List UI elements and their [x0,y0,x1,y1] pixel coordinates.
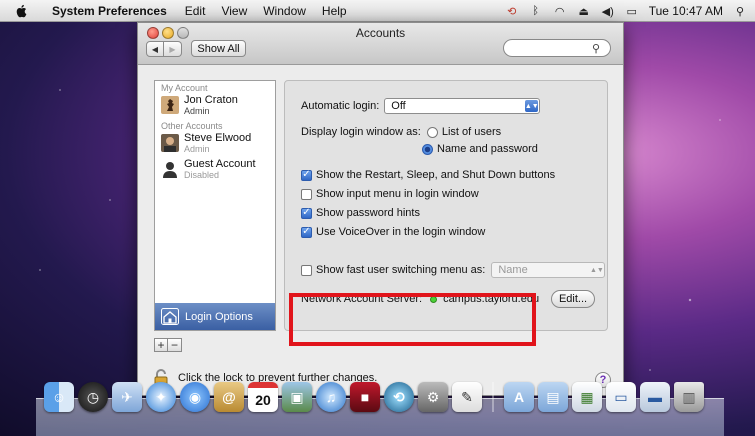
document-stack-icon[interactable]: ▭ [606,382,636,412]
menu-help[interactable]: Help [322,4,347,18]
fast-switch-popup[interactable]: Name ▲▼ [491,262,606,278]
menu-bar: System Preferences Edit View Window Help… [0,0,755,22]
account-role: Admin [184,144,210,154]
accounts-list: My Account Jon Craton Admin Other Accoun… [154,80,276,331]
account-role: Disabled [184,170,220,180]
account-name: Guest Account [184,158,256,170]
dock-separator [492,382,494,412]
radio-list-of-users-label[interactable]: List of users [442,126,501,138]
account-role: Admin [184,106,210,116]
menu-clock[interactable]: Tue 10:47 AM [649,4,723,18]
back-arrow-icon[interactable]: ◀ [146,41,164,57]
applications-folder-icon[interactable]: A [504,382,534,412]
preview-icon[interactable]: ✎ [452,382,482,412]
user-photo-avatar-icon [161,134,179,152]
account-name: Jon Craton [184,94,238,106]
automatic-login-label: Automatic login: [301,100,380,112]
automatic-login-row: Automatic login: Off ▲▼ [301,98,541,114]
system-preferences-icon[interactable]: ⚙ [418,382,448,412]
window-stack-icon[interactable]: ▬ [640,382,670,412]
remove-account-button[interactable]: − [168,338,182,352]
time-machine-icon[interactable]: ⟲ [384,382,414,412]
menu-edit[interactable]: Edit [185,4,206,18]
popup-arrows-icon: ▲▼ [589,266,604,274]
battery-icon[interactable]: ▭ [625,4,639,18]
bluetooth-icon[interactable]: ᛒ [529,4,543,18]
checkbox-fast-user-switching[interactable] [301,264,312,276]
itunes-icon[interactable]: ♫ [316,382,346,412]
menu-view[interactable]: View [221,4,247,18]
add-remove-controls: + − [154,338,182,352]
dock: ☺ ◷ ✈ ✦ ◉ @ 20 ▣ ♫ ■ ⟲ ⚙ ✎ A ▤ ▦ ▭ ▬ ▥ [44,382,704,412]
automatic-login-popup[interactable]: Off ▲▼ [384,98,541,114]
time-machine-icon[interactable]: ⟲ [505,4,519,18]
wifi-icon[interactable]: ◠ [553,4,567,18]
checkbox-label: Show the Restart, Sleep, and Shut Down b… [316,169,556,181]
checkbox-restart-buttons[interactable] [301,169,312,181]
account-row-steve-elwood[interactable]: Steve Elwood Admin [155,131,275,157]
dashboard-icon[interactable]: ◷ [78,382,108,412]
ical-icon[interactable]: 20 [248,382,278,412]
account-row-guest[interactable]: Guest Account Disabled [155,157,275,183]
volume-icon[interactable]: ◀) [601,4,615,18]
eject-icon[interactable]: ⏏ [577,4,591,18]
fast-switch-row: Show fast user switching menu as: Name ▲… [301,262,606,278]
guest-silhouette-icon [163,162,177,178]
checkbox-row-voiceover[interactable]: Use VoiceOver in the login window [301,226,485,238]
checkbox-input-menu[interactable] [301,188,312,200]
house-icon [161,308,179,325]
menu-window[interactable]: Window [263,4,306,18]
window-title: Accounts [355,26,406,40]
fast-switch-label: Show fast user switching menu as: [316,264,486,276]
downloads-stack-icon[interactable]: ▦ [572,382,602,412]
edit-server-button[interactable]: Edit... [551,290,595,308]
finder-icon[interactable]: ☺ [44,382,74,412]
display-login-row: Display login window as: List of users [301,126,501,138]
account-name: Steve Elwood [184,132,252,144]
radio-name-and-password-label[interactable]: Name and password [437,143,538,155]
back-forward-control: ◀ ▶ [146,41,182,57]
iphoto-icon[interactable]: ▣ [282,382,312,412]
checkbox-label: Show input menu in login window [316,188,479,200]
fast-switch-value: Name [498,264,528,276]
login-options-label: Login Options [185,310,253,323]
display-login-label: Display login window as: [301,126,421,138]
checkbox-label: Show password hints [316,207,420,219]
mail-icon[interactable]: ✈ [112,382,142,412]
window-titlebar: Accounts ◀ ▶ Show All ⚲ [138,23,623,65]
search-icon: ⚲ [591,43,600,55]
address-book-icon[interactable]: @ [214,382,244,412]
checkbox-row-input-menu[interactable]: Show input menu in login window [301,188,479,200]
account-row-jon-craton[interactable]: Jon Craton Admin [155,93,275,119]
checkbox-row-restart-buttons[interactable]: Show the Restart, Sleep, and Shut Down b… [301,169,555,181]
other-accounts-heading: Other Accounts [161,121,223,131]
checkbox-label: Use VoiceOver in the login window [316,226,486,238]
trash-icon[interactable]: ▥ [674,382,704,412]
add-account-button[interactable]: + [154,338,168,352]
show-all-button[interactable]: Show All [191,40,246,57]
forward-arrow-icon[interactable]: ▶ [164,41,182,57]
checkbox-password-hints[interactable] [301,207,312,219]
documents-folder-icon[interactable]: ▤ [538,382,568,412]
menu-app-name[interactable]: System Preferences [52,4,167,18]
radio-name-and-password[interactable] [422,143,433,155]
spotlight-icon[interactable]: ⚲ [733,4,747,18]
automatic-login-value: Off [391,100,406,112]
login-options-item[interactable]: Login Options [155,303,275,330]
name-password-row: Name and password [422,143,538,155]
radio-list-of-users[interactable] [426,126,438,138]
ichat-icon[interactable]: ◉ [180,382,210,412]
safari-icon[interactable]: ✦ [146,382,176,412]
chess-piece-avatar-icon [161,96,179,114]
popup-arrows-icon: ▲▼ [525,100,539,112]
photo-booth-icon[interactable]: ■ [350,382,380,412]
network-server-highlight-box [289,293,536,346]
checkbox-row-password-hints[interactable]: Show password hints [301,207,420,219]
checkbox-voiceover[interactable] [301,226,312,238]
my-account-heading: My Account [161,83,208,93]
search-field[interactable]: ⚲ [503,39,611,57]
apple-menu-icon[interactable] [14,4,30,18]
